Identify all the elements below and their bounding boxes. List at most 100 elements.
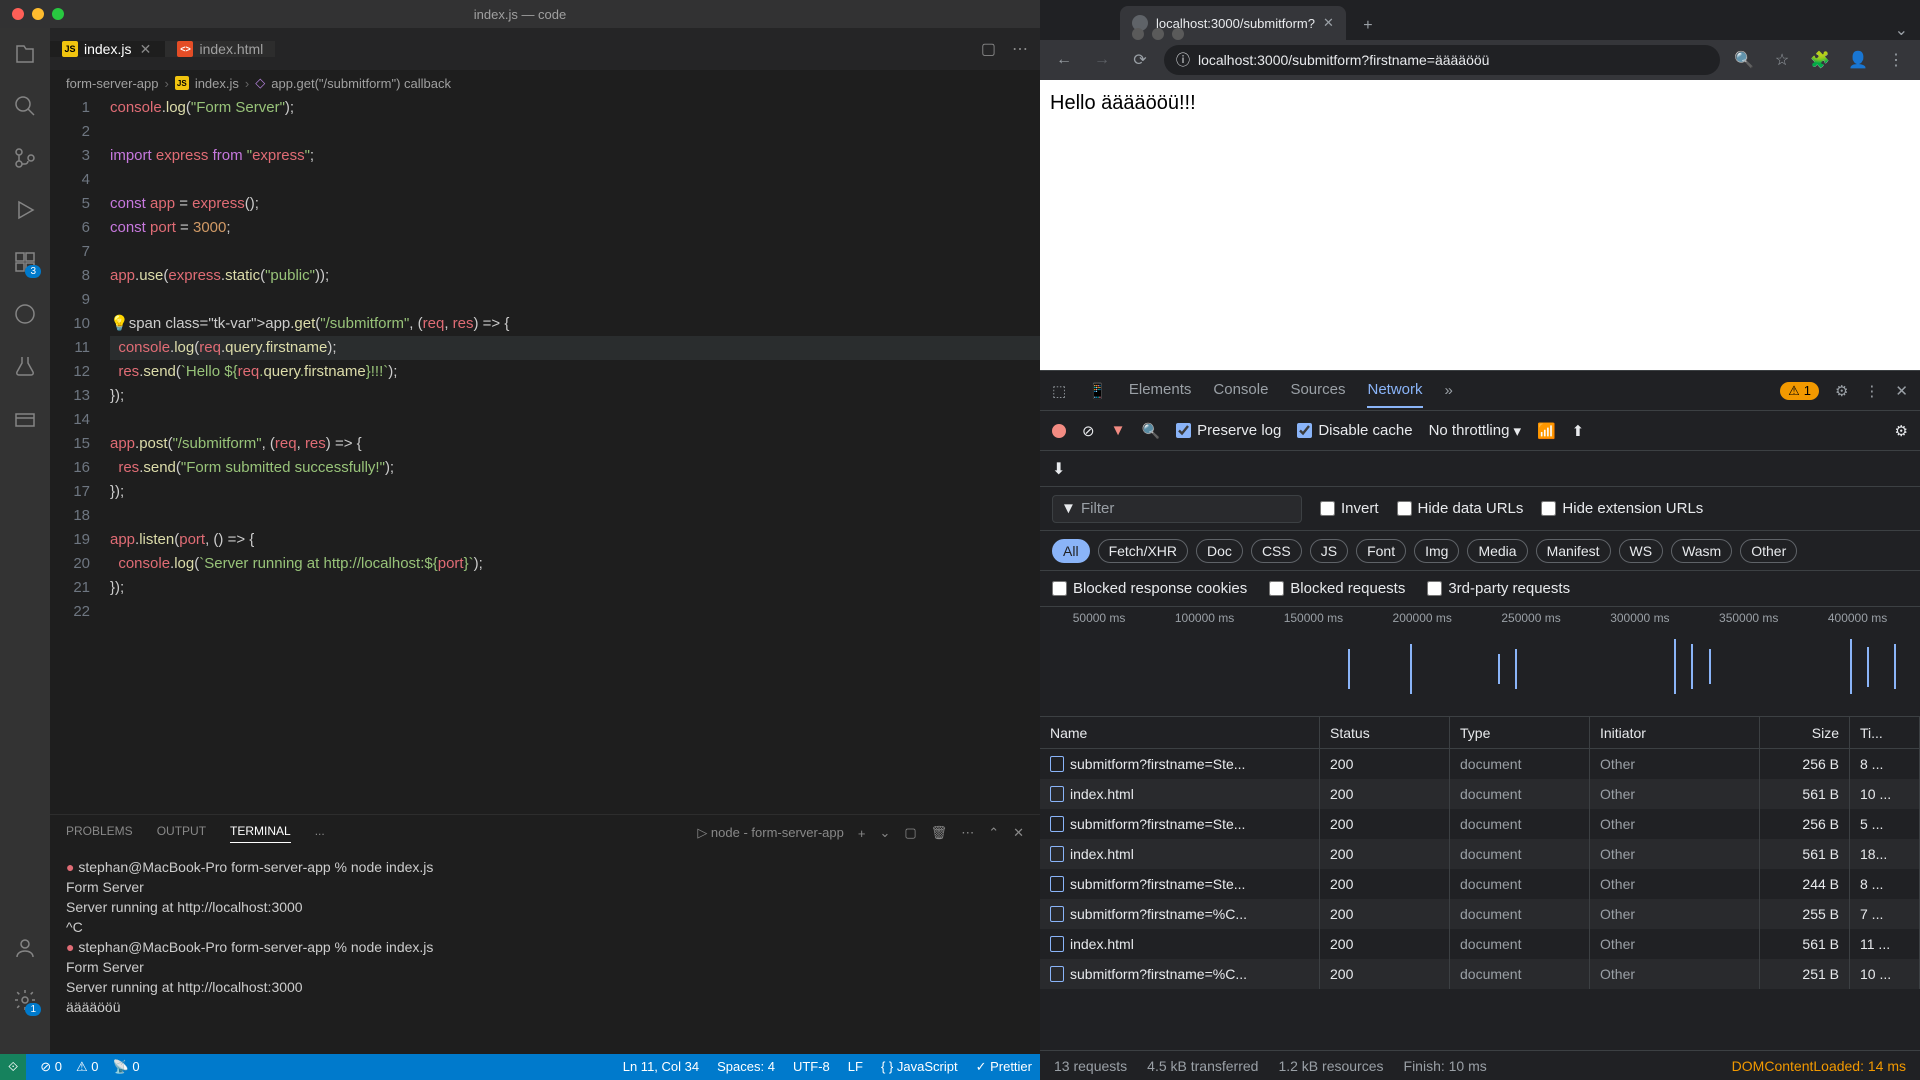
blocked-check[interactable]: Blocked response cookies	[1052, 580, 1247, 597]
encoding[interactable]: UTF-8	[793, 1059, 830, 1075]
minimize-window-button[interactable]	[32, 8, 44, 20]
record-button[interactable]	[1052, 424, 1066, 438]
column-header[interactable]: Ti...	[1850, 717, 1920, 748]
throttling-select[interactable]: No throttling ▾	[1429, 422, 1521, 440]
kebab-icon[interactable]: ⋮	[1864, 382, 1879, 400]
type-filter-img[interactable]: Img	[1414, 539, 1459, 563]
import-har-icon[interactable]: ⬆	[1572, 422, 1585, 440]
more-actions-icon[interactable]: ⋯	[1012, 39, 1028, 59]
site-info-icon[interactable]: ⓘ	[1176, 50, 1190, 70]
network-row[interactable]: index.html200documentOther561 B10 ...	[1040, 779, 1920, 809]
profile-icon[interactable]: 👤	[1844, 46, 1872, 74]
containers-icon[interactable]	[11, 404, 39, 432]
devtools-tab-elements[interactable]: Elements	[1129, 373, 1192, 408]
maximize-window-button[interactable]	[52, 8, 64, 20]
zoom-icon[interactable]: 🔍	[1730, 46, 1758, 74]
table-header[interactable]: NameStatusTypeInitiatorSizeTi...	[1040, 717, 1920, 749]
preserve-log-checkbox[interactable]: Preserve log	[1176, 422, 1281, 439]
column-header[interactable]: Status	[1320, 717, 1450, 748]
devtools-tab-sources[interactable]: Sources	[1290, 373, 1345, 408]
settings-icon[interactable]: ⚙	[1835, 382, 1848, 400]
more-icon[interactable]: ⋯	[961, 825, 974, 841]
filter-input[interactable]: ▼ Filter	[1052, 495, 1302, 523]
run-debug-icon[interactable]	[11, 196, 39, 224]
search-icon[interactable]: 🔍	[1141, 422, 1160, 440]
column-header[interactable]: Name	[1040, 717, 1320, 748]
type-filter-ws[interactable]: WS	[1619, 539, 1664, 563]
bookmark-icon[interactable]: ☆	[1768, 46, 1796, 74]
close-tab-icon[interactable]: ✕	[1323, 15, 1334, 31]
warnings-count[interactable]: ⚠ 0	[76, 1059, 99, 1075]
close-tab-icon[interactable]: ✕	[137, 41, 153, 57]
filter-check[interactable]: Hide extension URLs	[1541, 500, 1703, 517]
network-row[interactable]: submitform?firstname=%C...200documentOth…	[1040, 899, 1920, 929]
new-tab-button[interactable]: +	[1354, 12, 1382, 40]
language-mode[interactable]: { } JavaScript	[881, 1059, 958, 1075]
column-header[interactable]: Initiator	[1590, 717, 1760, 748]
close-window-button[interactable]	[12, 8, 24, 20]
split-editor-icon[interactable]: ▢	[981, 39, 996, 59]
panel-tab[interactable]: TERMINAL	[230, 824, 291, 843]
blocked-check[interactable]: 3rd-party requests	[1427, 580, 1570, 597]
remote-icon[interactable]	[11, 300, 39, 328]
column-header[interactable]: Type	[1450, 717, 1590, 748]
terminal-dropdown-icon[interactable]: ⌄	[879, 825, 890, 841]
close-devtools-icon[interactable]: ✕	[1895, 382, 1908, 400]
filter-check[interactable]: Invert	[1320, 500, 1379, 517]
split-terminal-icon[interactable]: ▢	[904, 825, 916, 841]
network-row[interactable]: submitform?firstname=Ste...200documentOt…	[1040, 809, 1920, 839]
type-filter-other[interactable]: Other	[1740, 539, 1797, 563]
type-filter-js[interactable]: JS	[1310, 539, 1348, 563]
warnings-badge[interactable]: ⚠ 1	[1780, 382, 1819, 400]
close-window-button[interactable]	[1132, 28, 1144, 40]
remote-indicator[interactable]: ⟐	[0, 1054, 26, 1080]
type-filter-fetch/xhr[interactable]: Fetch/XHR	[1098, 539, 1188, 563]
inspect-icon[interactable]: ⬚	[1052, 382, 1066, 400]
timeline[interactable]: 50000 ms100000 ms150000 ms200000 ms25000…	[1040, 607, 1920, 717]
code-editor[interactable]: 12345678910111213141516171819202122 cons…	[50, 96, 1040, 814]
network-row[interactable]: index.html200documentOther561 B11 ...	[1040, 929, 1920, 959]
export-har-icon[interactable]: ⬇	[1052, 459, 1065, 479]
code-content[interactable]: console.log("Form Server"); import expre…	[110, 96, 1040, 814]
network-conditions-icon[interactable]: 📶	[1537, 422, 1556, 440]
filter-check[interactable]: Hide data URLs	[1397, 500, 1524, 517]
devtools-tab-console[interactable]: Console	[1213, 373, 1268, 408]
clear-icon[interactable]: ⊘	[1082, 422, 1095, 440]
search-icon[interactable]	[11, 92, 39, 120]
type-filter-manifest[interactable]: Manifest	[1536, 539, 1611, 563]
extensions-icon[interactable]: 3	[11, 248, 39, 276]
maximize-window-button[interactable]	[1172, 28, 1184, 40]
filter-toggle-icon[interactable]: ▼	[1111, 422, 1126, 439]
close-panel-icon[interactable]: ✕	[1013, 825, 1024, 841]
more-tabs-icon[interactable]: »	[1445, 382, 1453, 399]
network-settings-icon[interactable]: ⚙	[1895, 422, 1908, 440]
type-filter-wasm[interactable]: Wasm	[1671, 539, 1732, 563]
breadcrumb[interactable]: form-server-app › JS index.js › ◇ app.ge…	[50, 70, 1040, 96]
account-icon[interactable]	[11, 934, 39, 962]
blocked-check[interactable]: Blocked requests	[1269, 580, 1405, 597]
panel-tab[interactable]: PROBLEMS	[66, 824, 133, 843]
terminal-content[interactable]: ● stephan@MacBook-Pro form-server-app % …	[50, 851, 1040, 1054]
settings-icon[interactable]: 1	[11, 986, 39, 1014]
terminal-task-dropdown[interactable]: ▷ node - form-server-app	[697, 825, 844, 841]
testing-icon[interactable]	[11, 352, 39, 380]
kill-terminal-icon[interactable]: 🗑	[931, 825, 948, 841]
eol[interactable]: LF	[848, 1059, 863, 1075]
address-bar[interactable]: ⓘ localhost:3000/submitform?firstname=ää…	[1164, 45, 1720, 75]
type-filter-css[interactable]: CSS	[1251, 539, 1302, 563]
reload-button[interactable]: ⟳	[1126, 46, 1154, 74]
devtools-tab-network[interactable]: Network	[1367, 373, 1422, 408]
network-row[interactable]: submitform?firstname=Ste...200documentOt…	[1040, 749, 1920, 779]
network-row[interactable]: index.html200documentOther561 B18...	[1040, 839, 1920, 869]
explorer-icon[interactable]	[11, 40, 39, 68]
panel-tab[interactable]: OUTPUT	[157, 824, 206, 843]
editor-tab[interactable]: JSindex.js✕	[50, 41, 165, 57]
indentation[interactable]: Spaces: 4	[717, 1059, 775, 1075]
type-filter-media[interactable]: Media	[1467, 539, 1527, 563]
kebab-menu-icon[interactable]: ⋮	[1882, 46, 1910, 74]
panel-tab[interactable]: ...	[315, 824, 325, 843]
type-filter-doc[interactable]: Doc	[1196, 539, 1243, 563]
disable-cache-checkbox[interactable]: Disable cache	[1297, 422, 1412, 439]
type-filter-font[interactable]: Font	[1356, 539, 1406, 563]
type-filter-all[interactable]: All	[1052, 539, 1090, 563]
